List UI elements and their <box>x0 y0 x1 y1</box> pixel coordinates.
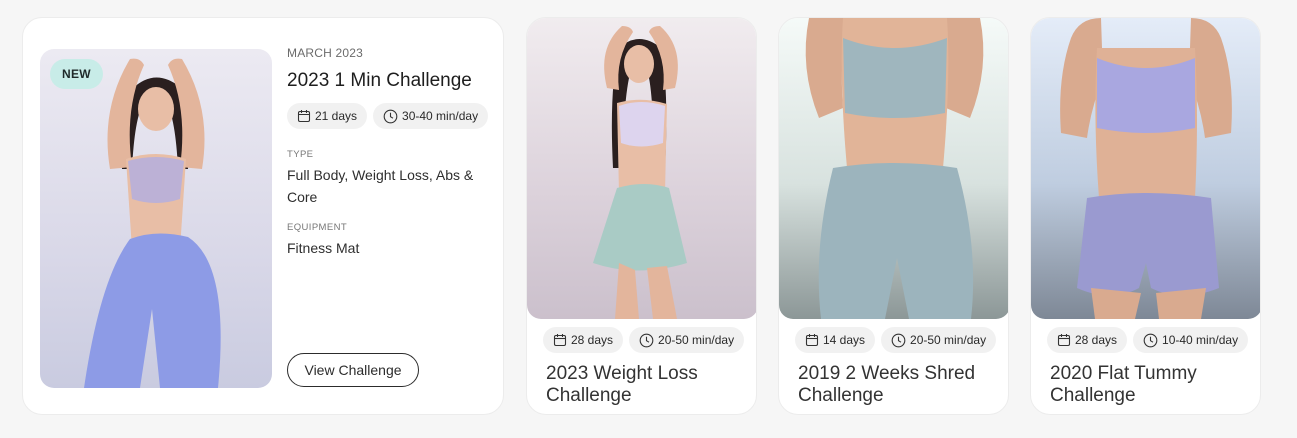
clock-icon <box>891 333 906 347</box>
days-value: 14 days <box>823 333 866 347</box>
calendar-icon <box>553 334 567 347</box>
calendar-icon <box>805 334 819 347</box>
featured-stats: 21 days 30-40 min/day <box>287 103 497 129</box>
days-chip: 28 days <box>1047 327 1128 353</box>
challenge-date: MARCH 2023 <box>287 46 364 60</box>
duration-chip: 20-50 min/day <box>629 327 745 353</box>
featured-challenge-card[interactable]: NEW MARCH 2023 2023 1 Min Challenge 21 d… <box>22 17 504 415</box>
days-chip: 21 days <box>287 103 368 129</box>
equipment-label: EQUIPMENT <box>287 222 348 233</box>
clock-icon <box>1143 333 1158 347</box>
challenge-stats: 28 days 20-50 min/day <box>543 327 745 353</box>
challenge-title[interactable]: 2020 Flat Tummy Challenge <box>1050 363 1250 407</box>
equipment-value: Fitness Mat <box>287 240 360 256</box>
view-challenge-button[interactable]: View Challenge <box>287 353 419 387</box>
challenge-photo[interactable] <box>779 18 1008 319</box>
duration-value: 20-50 min/day <box>658 333 735 347</box>
clock-icon <box>639 333 654 347</box>
featured-challenge-title[interactable]: 2023 1 Min Challenge <box>287 70 497 92</box>
challenge-card[interactable]: 28 days 20-50 min/day 2023 Weight Loss C… <box>526 17 757 415</box>
type-label: TYPE <box>287 149 314 160</box>
duration-value: 20-50 min/day <box>910 333 987 347</box>
challenge-photo[interactable] <box>527 18 756 319</box>
challenge-title[interactable]: 2023 Weight Loss Challenge <box>546 363 746 407</box>
duration-chip: 30-40 min/day <box>373 103 489 129</box>
featured-info: MARCH 2023 2023 1 Min Challenge 21 days … <box>287 46 497 259</box>
clock-icon <box>383 109 398 123</box>
duration-value: 30-40 min/day <box>402 109 479 123</box>
days-chip: 28 days <box>543 327 624 353</box>
model-illustration <box>84 58 221 388</box>
calendar-icon <box>1057 334 1071 347</box>
type-value: Full Body, Weight Loss, Abs & Core <box>287 167 474 205</box>
featured-challenge-photo[interactable]: NEW <box>40 49 272 388</box>
new-badge: NEW <box>50 59 103 89</box>
duration-chip: 10-40 min/day <box>1133 327 1249 353</box>
challenge-photo[interactable] <box>1031 18 1260 319</box>
challenge-stats: 14 days 20-50 min/day <box>795 327 997 353</box>
challenge-card[interactable]: 28 days 10-40 min/day 2020 Flat Tummy Ch… <box>1030 17 1261 415</box>
challenge-card[interactable]: 14 days 20-50 min/day 2019 2 Weeks Shred… <box>778 17 1009 415</box>
days-value: 28 days <box>1075 333 1118 347</box>
days-value: 28 days <box>571 333 614 347</box>
model-illustration <box>593 26 687 319</box>
challenge-stats: 28 days 10-40 min/day <box>1047 327 1249 353</box>
challenge-title[interactable]: 2019 2 Weeks Shred Challenge <box>798 363 998 407</box>
duration-value: 10-40 min/day <box>1162 333 1239 347</box>
calendar-icon <box>297 110 311 123</box>
model-illustration <box>805 18 984 319</box>
days-value: 21 days <box>315 109 358 123</box>
model-illustration <box>1060 18 1232 319</box>
duration-chip: 20-50 min/day <box>881 327 997 353</box>
days-chip: 14 days <box>795 327 876 353</box>
